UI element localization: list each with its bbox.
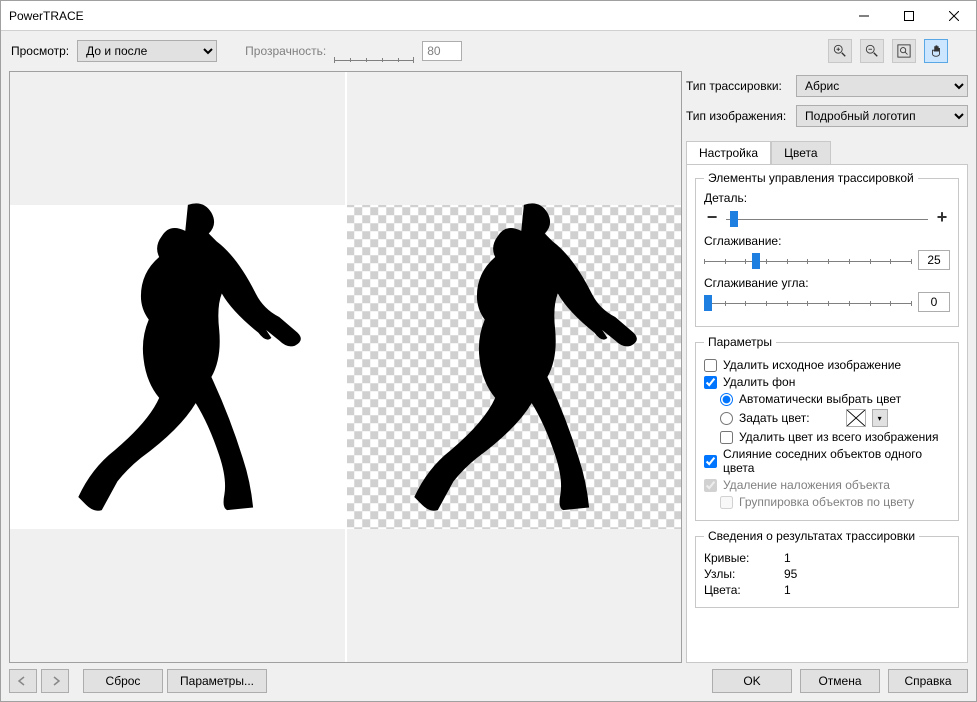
tab-body: Элементы управления трассировкой Деталь:… <box>686 164 968 663</box>
preview-label: Просмотр: <box>11 44 69 58</box>
tab-settings[interactable]: Настройка <box>686 141 771 164</box>
detail-slider[interactable] <box>726 208 928 228</box>
maximize-button[interactable] <box>886 1 931 31</box>
set-color-radio[interactable]: Задать цвет: <box>720 411 810 425</box>
preview-after[interactable] <box>347 72 682 662</box>
corner-value[interactable]: 0 <box>918 292 950 312</box>
smoothing-label: Сглаживание: <box>704 234 950 248</box>
colors-value: 1 <box>784 583 791 597</box>
parameters-group: Параметры Удалить исходное изображение У… <box>695 335 959 521</box>
zoom-out-icon <box>865 44 879 58</box>
transparency-value[interactable]: 80 <box>422 41 462 61</box>
undo-icon <box>17 675 29 687</box>
parameters-legend: Параметры <box>704 335 776 349</box>
toolbar: Просмотр: До и после Прозрачность: 80 <box>1 31 976 71</box>
close-icon <box>949 11 959 21</box>
undo-button[interactable] <box>9 669 37 693</box>
titlebar: PowerTRACE <box>1 1 976 31</box>
close-button[interactable] <box>931 1 976 31</box>
tabs: Настройка Цвета <box>686 141 968 164</box>
window-title: PowerTRACE <box>9 9 841 23</box>
delete-color-everywhere-checkbox[interactable]: Удалить цвет из всего изображения <box>720 430 950 444</box>
delete-overlap-checkbox: Удаление наложения объекта <box>704 478 950 492</box>
trace-controls-legend: Элементы управления трассировкой <box>704 171 918 185</box>
main-area: Тип трассировки: Абрис Тип изображения: … <box>1 71 976 663</box>
color-swatch[interactable] <box>846 409 866 427</box>
zoom-fit-icon <box>897 44 911 58</box>
settings-button[interactable]: Параметры... <box>167 669 267 693</box>
redo-button[interactable] <box>41 669 69 693</box>
preview-select[interactable]: До и после <box>77 40 217 62</box>
results-legend: Сведения о результатах трассировки <box>704 529 919 543</box>
merge-adjacent-checkbox[interactable]: Слияние соседних объектов одного цвета <box>704 447 950 475</box>
corner-slider[interactable] <box>704 292 912 312</box>
help-button[interactable]: Справка <box>888 669 968 693</box>
pan-button[interactable] <box>924 39 948 63</box>
before-image <box>47 197 308 536</box>
zoom-out-button[interactable] <box>860 39 884 63</box>
curves-value: 1 <box>784 551 791 565</box>
smoothing-value[interactable]: 25 <box>918 250 950 270</box>
trace-controls-group: Элементы управления трассировкой Деталь:… <box>695 171 959 327</box>
preview-before[interactable] <box>10 72 345 662</box>
maximize-icon <box>904 11 914 21</box>
zoom-in-button[interactable] <box>828 39 852 63</box>
nodes-value: 95 <box>784 567 797 581</box>
corner-label: Сглаживание угла: <box>704 276 950 290</box>
preview-pane <box>9 71 682 663</box>
ok-button[interactable]: OK <box>712 669 792 693</box>
detail-plus-icon: + <box>934 207 950 228</box>
reset-button[interactable]: Сброс <box>83 669 163 693</box>
redo-icon <box>49 675 61 687</box>
trace-type-label: Тип трассировки: <box>686 79 796 93</box>
colors-label: Цвета: <box>704 583 784 597</box>
tab-colors[interactable]: Цвета <box>771 141 830 164</box>
smoothing-slider[interactable] <box>704 250 912 270</box>
app-window: PowerTRACE Просмотр: До и после Прозрачн… <box>0 0 977 702</box>
nodes-label: Узлы: <box>704 567 784 581</box>
minimize-button[interactable] <box>841 1 886 31</box>
trace-type-select[interactable]: Абрис <box>796 75 968 97</box>
results-group: Сведения о результатах трассировки Кривы… <box>695 529 959 608</box>
detail-label: Деталь: <box>704 191 950 205</box>
right-panel: Тип трассировки: Абрис Тип изображения: … <box>686 71 968 663</box>
image-type-select[interactable]: Подробный логотип <box>796 105 968 127</box>
after-image <box>383 197 644 536</box>
zoom-fit-button[interactable] <box>892 39 916 63</box>
minimize-icon <box>859 11 869 21</box>
bottom-bar: Сброс Параметры... OK Отмена Справка <box>1 663 976 701</box>
zoom-in-icon <box>833 44 847 58</box>
image-type-label: Тип изображения: <box>686 109 796 123</box>
cancel-button[interactable]: Отмена <box>800 669 880 693</box>
detail-minus-icon: − <box>704 207 720 228</box>
transparency-slider[interactable] <box>334 41 414 61</box>
group-by-color-checkbox: Группировка объектов по цвету <box>720 495 950 509</box>
delete-source-checkbox[interactable]: Удалить исходное изображение <box>704 358 950 372</box>
auto-color-radio[interactable]: Автоматически выбрать цвет <box>720 392 950 406</box>
transparency-label: Прозрачность: <box>245 44 326 58</box>
color-picker-button[interactable]: ▾ <box>872 409 888 427</box>
curves-label: Кривые: <box>704 551 784 565</box>
delete-bg-checkbox[interactable]: Удалить фон <box>704 375 950 389</box>
pan-hand-icon <box>929 44 943 58</box>
